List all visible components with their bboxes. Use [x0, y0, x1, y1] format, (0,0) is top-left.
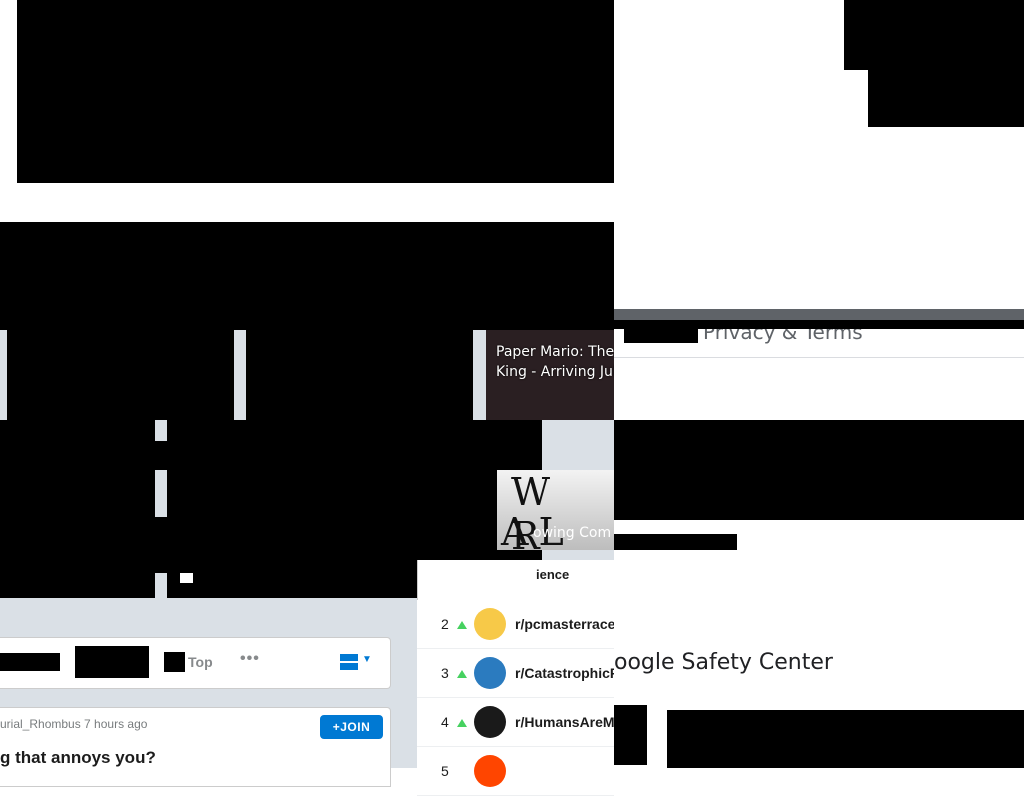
community-row[interactable]: 2 r/pcmasterrace [417, 600, 616, 649]
video-thumbnail-2[interactable] [246, 330, 473, 420]
sort-top-button[interactable]: Top [188, 654, 213, 670]
more-options-icon[interactable]: ••• [240, 650, 260, 668]
upvote-arrow-icon [457, 621, 467, 629]
section-divider [614, 357, 1024, 358]
redacted-header-region [17, 0, 614, 183]
community-rank: 4 [441, 714, 449, 730]
post-meta: urial_Rhombus 7 hours ago [0, 717, 148, 731]
redacted-right-line [614, 534, 737, 550]
safety-center-title[interactable]: oogle Safety Center [614, 650, 833, 675]
community-name: r/pcmasterrace [515, 616, 616, 632]
community-rank: 5 [441, 763, 449, 779]
video-title-line-2: King - Arriving Jul [496, 364, 614, 380]
redacted-sort-option-1[interactable] [0, 653, 60, 671]
redacted-right-icon [614, 705, 647, 765]
community-name: r/CatastrophicF [515, 665, 619, 681]
community-avatar [474, 755, 506, 787]
redacted-banner-region [0, 222, 614, 330]
redacted-right-footer [667, 710, 1024, 768]
redacted-top-right-b [868, 70, 1024, 127]
redacted-right-block [614, 420, 1024, 520]
post-title[interactable]: g that annoys you? [0, 748, 156, 768]
banner-caption: owing Com [533, 525, 612, 541]
community-row[interactable]: 4 r/HumansAreMe [417, 698, 622, 747]
redacted-top-right-a [844, 0, 1024, 70]
upvote-arrow-icon [457, 719, 467, 727]
community-row[interactable]: 5 [417, 747, 614, 796]
join-button[interactable]: +JOIN [320, 715, 383, 739]
community-rank: 2 [441, 616, 449, 632]
video-title[interactable]: Paper Mario: The King - Arriving Jul [496, 342, 614, 382]
window-divider [614, 309, 1024, 320]
redacted-feed-gap-1 [155, 441, 167, 470]
redacted-feed-block-a [0, 420, 155, 598]
redacted-feed-gap-2 [155, 517, 167, 573]
community-name: r/HumansAreMe [515, 714, 623, 730]
redacted-link[interactable] [624, 320, 698, 343]
video-title-line-1: Paper Mario: The [496, 344, 614, 360]
feed-small-square [180, 573, 193, 583]
video-thumbnail-1[interactable] [7, 330, 234, 420]
upvote-arrow-icon [457, 670, 467, 678]
category-label[interactable]: ience [536, 567, 569, 582]
community-avatar [474, 608, 506, 640]
community-avatar [474, 706, 506, 738]
redacted-sort-option-2[interactable] [75, 646, 149, 678]
top-sort-icon [164, 652, 185, 672]
community-row[interactable]: 3 r/CatastrophicF [417, 649, 618, 698]
card-layout-icon[interactable] [340, 654, 358, 670]
community-avatar [474, 657, 506, 689]
community-rank: 3 [441, 665, 449, 681]
chevron-down-icon[interactable]: ▼ [362, 654, 372, 665]
